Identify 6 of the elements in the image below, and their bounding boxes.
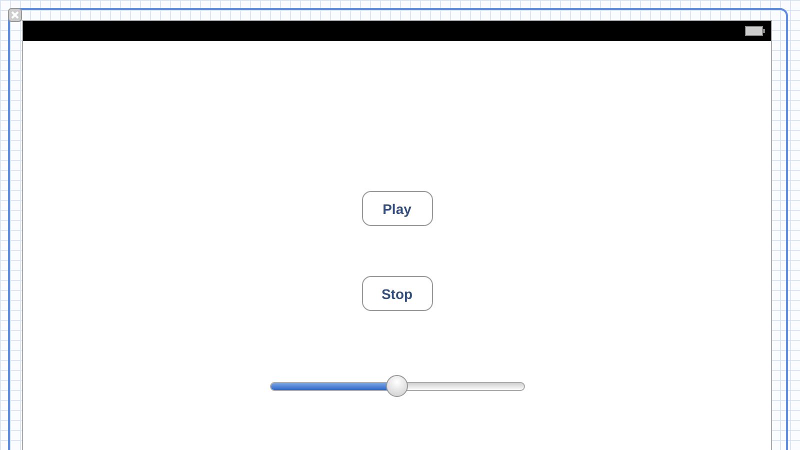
round-rect-button[interactable]: Play	[362, 191, 432, 226]
slider[interactable]	[270, 375, 524, 397]
close-icon[interactable]	[8, 8, 22, 22]
battery-icon	[745, 26, 765, 36]
slider-thumb[interactable]	[386, 375, 408, 397]
round-rect-button[interactable]: Stop	[362, 276, 432, 311]
